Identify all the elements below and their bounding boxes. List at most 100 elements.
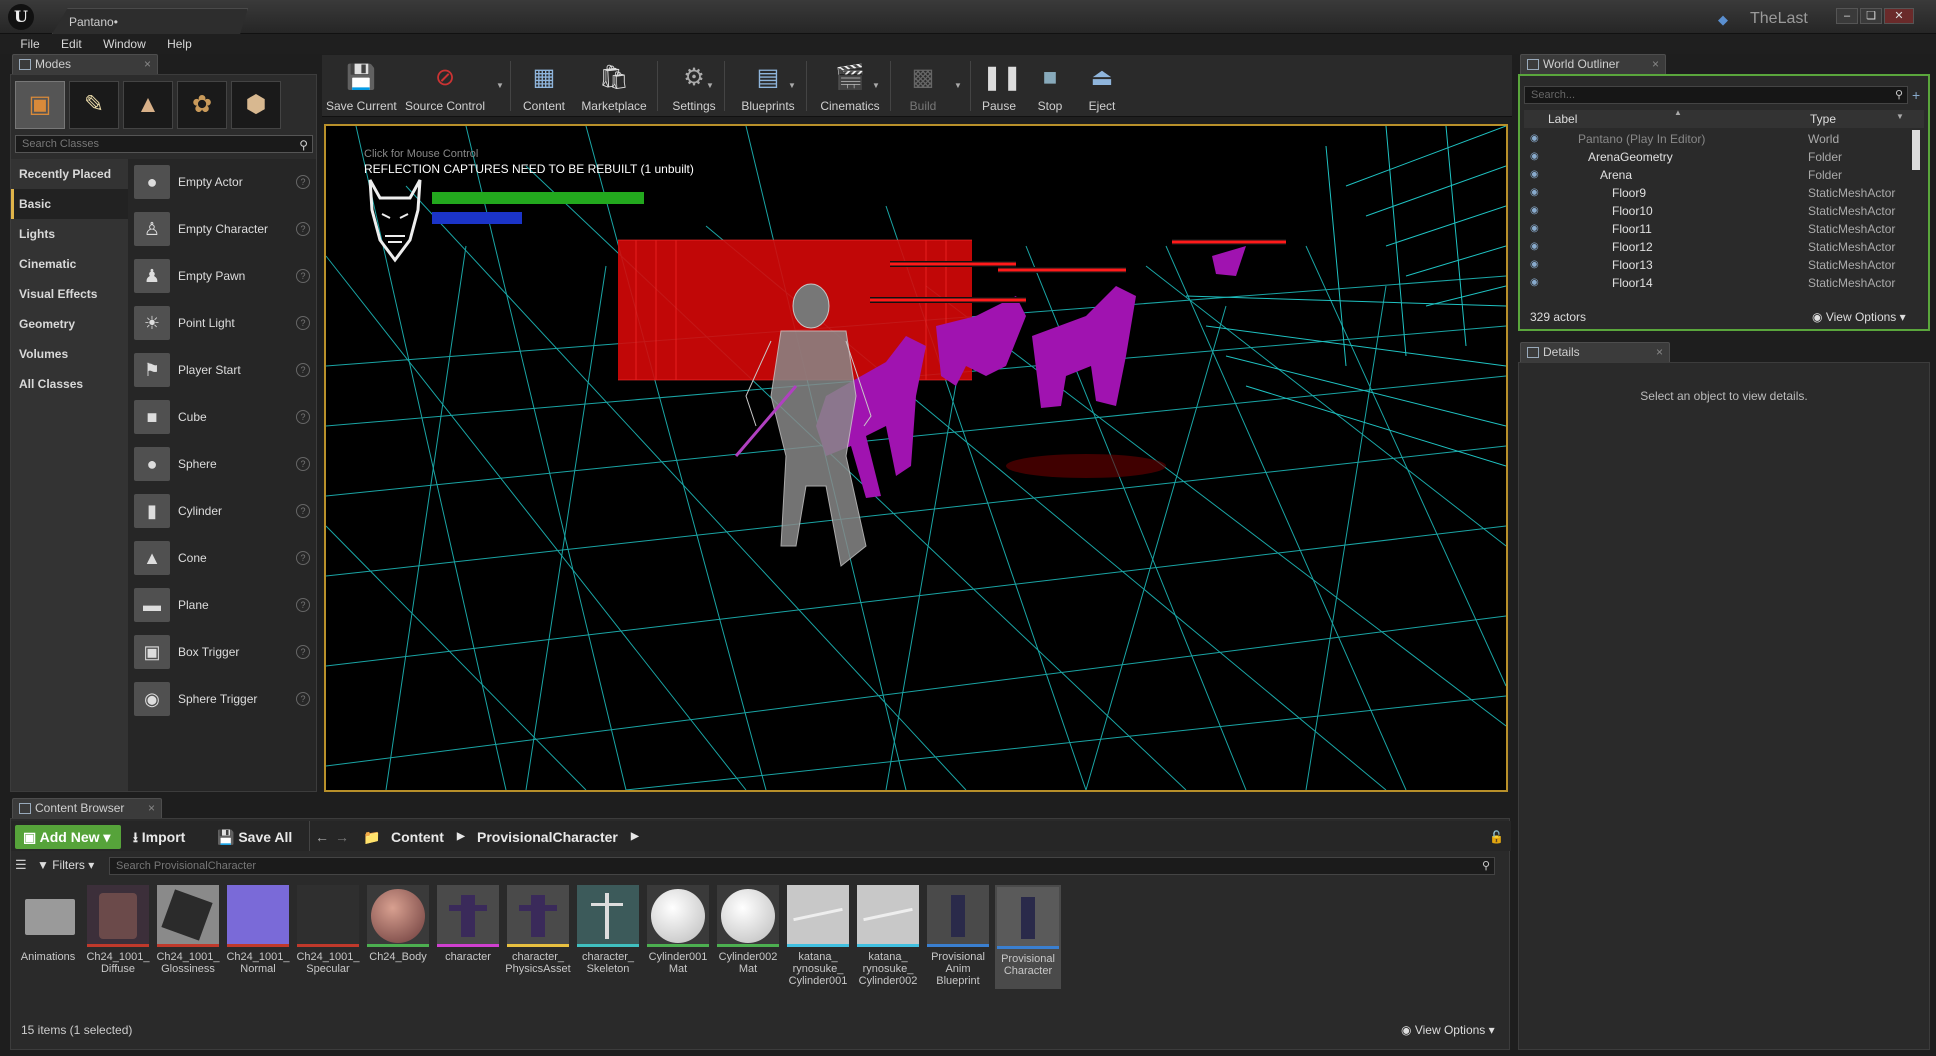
source-control-button[interactable]: ⊘ Source Control [402, 57, 488, 115]
placeable-box-trigger[interactable]: ▣ Box Trigger? [128, 633, 316, 671]
category-geometry[interactable]: Geometry [11, 309, 128, 339]
breadcrumb-content[interactable]: Content [391, 825, 444, 849]
outliner-column-label[interactable]: Label [1548, 112, 1577, 126]
asset-texture-glossiness[interactable]: Ch24_1001_ Glossiness [155, 885, 221, 975]
visibility-eye-icon[interactable]: ◉ [1530, 202, 1539, 220]
placeable-empty-actor[interactable]: ● Empty Actor? [128, 163, 316, 201]
column-options-icon[interactable]: ▼ [1896, 112, 1904, 121]
placeable-sphere[interactable]: ● Sphere? [128, 445, 316, 483]
category-lights[interactable]: Lights [11, 219, 128, 249]
asset-folder-animations[interactable]: Animations [15, 885, 81, 963]
category-cinematic[interactable]: Cinematic [11, 249, 128, 279]
asset-skeletal-mesh-character[interactable]: character [435, 885, 501, 963]
visibility-eye-icon[interactable]: ◉ [1530, 184, 1539, 202]
outliner-row[interactable]: ◉ Floor13 StaticMeshActor [1524, 256, 1920, 274]
save-current-button[interactable]: 💾 Save Current [326, 57, 397, 115]
asset-blueprint-provisional-character[interactable]: Provisional Character [995, 885, 1061, 989]
placeable-cone[interactable]: ▲ Cone? [128, 539, 316, 577]
sources-toggle-icon[interactable]: ☰ [15, 857, 27, 873]
add-folder-icon[interactable]: + [1912, 86, 1928, 104]
minimize-button[interactable]: – [1836, 8, 1858, 24]
foliage-mode-button[interactable]: ✿ [177, 81, 227, 129]
cinematics-dropdown-icon[interactable]: ▼ [872, 81, 880, 90]
visibility-eye-icon[interactable]: ◉ [1530, 166, 1539, 184]
class-search-input[interactable]: Search Classes ⚲ [15, 135, 313, 153]
help-icon[interactable]: ? [296, 551, 310, 565]
category-recently-placed[interactable]: Recently Placed [11, 159, 128, 189]
outliner-row[interactable]: ◉ Floor14 StaticMeshActor [1524, 274, 1920, 292]
content-view-options-button[interactable]: ◉ View Options ▾ [1401, 1023, 1495, 1037]
content-button[interactable]: ▦ Content [516, 57, 572, 115]
visibility-eye-icon[interactable]: ◉ [1530, 274, 1539, 292]
outliner-search-input[interactable]: Search... ⚲ [1524, 86, 1908, 104]
stop-button[interactable]: ■ Stop [1026, 57, 1074, 115]
help-icon[interactable]: ? [296, 222, 310, 236]
menu-file[interactable]: File [11, 34, 48, 54]
outliner-view-options-button[interactable]: ◉ View Options ▾ [1812, 310, 1906, 324]
asset-anim-blueprint[interactable]: Provisional Anim Blueprint [925, 885, 991, 987]
outliner-row[interactable]: ◉ Floor9 StaticMeshActor [1524, 184, 1920, 202]
close-tab-icon[interactable]: × [1656, 343, 1663, 362]
asset-material-cylinder002[interactable]: Cylinder002 Mat [715, 885, 781, 975]
unreal-logo-icon[interactable]: U [8, 4, 34, 30]
help-icon[interactable]: ? [296, 692, 310, 706]
landscape-mode-button[interactable]: ▲ [123, 81, 173, 129]
visibility-eye-icon[interactable]: ◉ [1530, 220, 1539, 238]
place-mode-button[interactable]: ▣ [15, 81, 65, 129]
placeable-cylinder[interactable]: ▮ Cylinder? [128, 492, 316, 530]
help-icon[interactable]: ? [296, 457, 310, 471]
category-volumes[interactable]: Volumes [11, 339, 128, 369]
source-control-dropdown-icon[interactable]: ▼ [496, 81, 504, 90]
breadcrumb-provisional-character[interactable]: ProvisionalCharacter [477, 825, 618, 849]
visibility-eye-icon[interactable]: ◉ [1530, 238, 1539, 256]
tab-content-browser[interactable]: Content Browser × [12, 798, 162, 818]
paint-mode-button[interactable]: ✎ [69, 81, 119, 129]
build-dropdown-icon[interactable]: ▼ [954, 81, 962, 90]
outliner-row[interactable]: ◉ Floor10 StaticMeshActor [1524, 202, 1920, 220]
asset-search-input[interactable]: Search ProvisionalCharacter ⚲ [109, 857, 1495, 875]
build-button[interactable]: ▩ Build [894, 57, 952, 115]
import-button[interactable]: ⭳ Import [133, 825, 185, 849]
visibility-eye-icon[interactable]: ◉ [1530, 256, 1539, 274]
save-all-button[interactable]: 💾 Save All [217, 825, 292, 849]
help-icon[interactable]: ? [296, 504, 310, 518]
add-new-button[interactable]: ▣ Add New ▾ [15, 825, 121, 849]
breadcrumb-separator-icon[interactable]: ▶ [631, 825, 639, 849]
forward-arrow-icon[interactable]: → [335, 825, 349, 849]
settings-dropdown-icon[interactable]: ▼ [706, 81, 714, 90]
placeable-empty-pawn[interactable]: ♟ Empty Pawn? [128, 257, 316, 295]
visibility-eye-icon[interactable]: ◉ [1530, 148, 1539, 166]
outliner-row[interactable]: ◉ ArenaGeometry Folder [1524, 148, 1920, 166]
close-tab-icon[interactable]: × [1652, 55, 1659, 74]
placeable-player-start[interactable]: ⚑ Player Start? [128, 351, 316, 389]
pause-button[interactable]: ❚❚ Pause [974, 57, 1024, 115]
help-icon[interactable]: ? [296, 363, 310, 377]
placeable-sphere-trigger[interactable]: ◉ Sphere Trigger? [128, 680, 316, 718]
lock-icon[interactable]: 🔓 [1489, 825, 1504, 849]
outliner-row[interactable]: ◉ Floor12 StaticMeshActor [1524, 238, 1920, 256]
level-viewport[interactable]: Click for Mouse Control REFLECTION CAPTU… [324, 124, 1508, 792]
help-icon[interactable]: ? [296, 410, 310, 424]
placeable-plane[interactable]: ▬ Plane? [128, 586, 316, 624]
outliner-row[interactable]: ◉ Arena Folder [1524, 166, 1920, 184]
help-icon[interactable]: ? [296, 645, 310, 659]
outliner-row[interactable]: ◉ Floor11 StaticMeshActor [1524, 220, 1920, 238]
tab-modes[interactable]: Modes × [12, 54, 158, 74]
help-icon[interactable]: ? [296, 269, 310, 283]
blueprints-button[interactable]: ▤ Blueprints [728, 57, 808, 115]
tab-details[interactable]: Details × [1520, 342, 1670, 362]
asset-physics-asset[interactable]: character_ PhysicsAsset [505, 885, 571, 975]
back-arrow-icon[interactable]: ← [315, 825, 329, 849]
asset-skeleton[interactable]: character_ Skeleton [575, 885, 641, 975]
menu-window[interactable]: Window [94, 34, 155, 54]
category-basic[interactable]: Basic [11, 189, 128, 219]
breadcrumb-separator-icon[interactable]: ▶ [457, 825, 465, 849]
asset-texture-specular[interactable]: Ch24_1001_ Specular [295, 885, 361, 975]
marketplace-button[interactable]: 🛍 Marketplace [574, 57, 654, 115]
eject-button[interactable]: ⏏ Eject [1078, 57, 1126, 115]
outliner-row[interactable]: ◉ Pantano (Play In Editor) World [1524, 130, 1920, 148]
filters-button[interactable]: ▼ Filters ▾ [37, 858, 94, 872]
tab-world-outliner[interactable]: World Outliner × [1520, 54, 1666, 74]
geometry-mode-button[interactable]: ⬢ [231, 81, 281, 129]
maximize-button[interactable]: ❏ [1860, 8, 1882, 24]
